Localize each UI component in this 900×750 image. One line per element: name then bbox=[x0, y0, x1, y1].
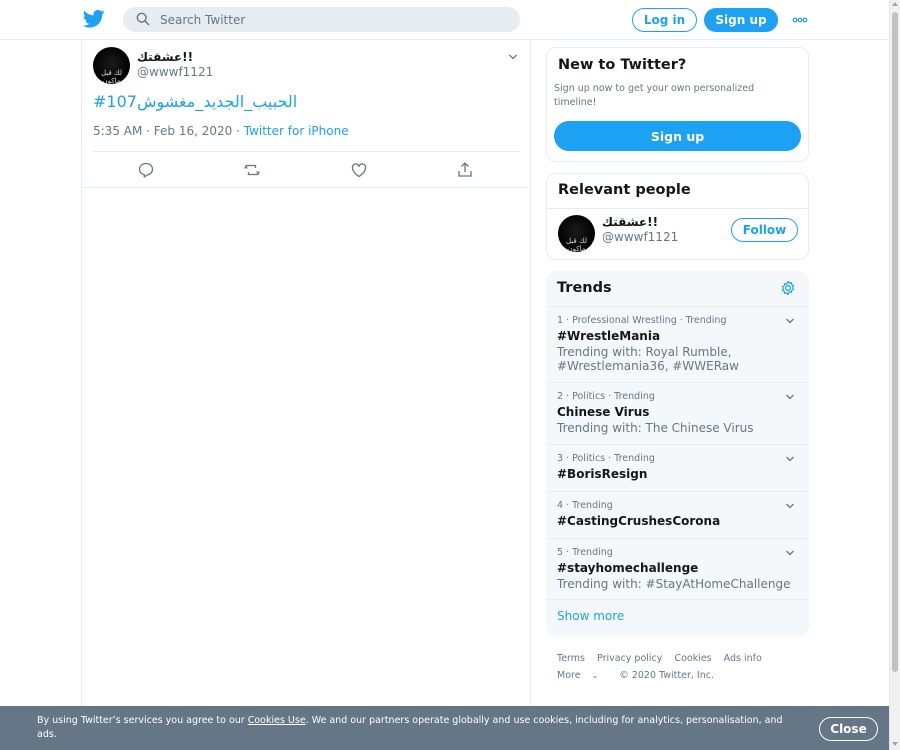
avatar[interactable]: لك قبل ماكون bbox=[93, 47, 130, 84]
trend-name[interactable]: #WrestleMania bbox=[557, 329, 660, 343]
cookies-use-link[interactable]: Cookies Use bbox=[248, 715, 306, 726]
trend-name[interactable]: #BorisResign bbox=[557, 467, 647, 481]
footer-more-menu[interactable]: More ⌄ bbox=[557, 670, 607, 681]
like-icon[interactable] bbox=[350, 161, 368, 179]
trend-related: Trending with: #StayAtHomeChallenge bbox=[557, 577, 791, 591]
tweet-meta: 5:35 AM · Feb 16, 2020 · Twitter for iPh… bbox=[93, 124, 349, 138]
avatar[interactable]: لك قبل ماكون bbox=[558, 215, 595, 252]
trend-name[interactable]: Chinese Virus bbox=[557, 405, 649, 419]
twitter-bird-icon[interactable] bbox=[83, 9, 105, 29]
search-input[interactable] bbox=[160, 10, 500, 29]
trends-card: Trends 1 · Professional Wrestling · Tren… bbox=[546, 271, 809, 636]
tweet-timestamp[interactable]: 5:35 AM · Feb 16, 2020 bbox=[93, 124, 232, 138]
signup-button[interactable]: Sign up bbox=[704, 8, 778, 32]
divider bbox=[546, 599, 809, 600]
trend-related: Trending with: The Chinese Virus bbox=[557, 421, 754, 435]
main-timeline-column: لك قبل ماكون عشقتك!! @wwwf1121 #الحبيب_ا… bbox=[81, 40, 531, 750]
chevron-down-icon[interactable] bbox=[785, 454, 795, 464]
trend-item[interactable]: 5 · Trending #stayhomechallenge Trending… bbox=[546, 538, 809, 599]
show-more-link[interactable]: Show more bbox=[557, 609, 624, 623]
trend-item[interactable]: 1 · Professional Wrestling · Trending #W… bbox=[546, 306, 809, 382]
divider bbox=[93, 151, 519, 152]
follow-button[interactable]: Follow bbox=[731, 218, 798, 242]
login-button[interactable]: Log in bbox=[632, 8, 697, 32]
trend-name[interactable]: #CastingCrushesCorona bbox=[557, 514, 720, 528]
person-handle[interactable]: @wwwf1121 bbox=[602, 230, 678, 244]
divider bbox=[547, 208, 808, 209]
tweet-source-link[interactable]: Twitter for iPhone bbox=[244, 124, 349, 138]
cookie-text-before: By using Twitter’s services you agree to… bbox=[37, 715, 248, 726]
trend-meta: 2 · Politics · Trending bbox=[557, 391, 655, 402]
gear-icon[interactable] bbox=[780, 280, 796, 296]
chevron-down-icon: ⌄ bbox=[591, 671, 599, 680]
scroll-down-arrow-icon[interactable] bbox=[892, 742, 898, 746]
vertical-scrollbar[interactable] bbox=[889, 0, 900, 750]
chevron-down-icon[interactable] bbox=[785, 392, 795, 402]
footer-link-terms[interactable]: Terms bbox=[557, 653, 585, 664]
trend-meta: 5 · Trending bbox=[557, 547, 613, 558]
copyright: © 2020 Twitter, Inc. bbox=[619, 670, 714, 681]
retweet-icon[interactable] bbox=[243, 161, 261, 179]
close-button[interactable]: Close bbox=[819, 717, 878, 741]
more-dots-icon[interactable] bbox=[792, 13, 808, 27]
card-subtitle: Sign up now to get your own personalized… bbox=[554, 83, 755, 108]
person-display-name[interactable]: عشقتك!! bbox=[602, 215, 658, 229]
search-icon bbox=[136, 12, 150, 26]
meta-separator: · bbox=[232, 124, 244, 138]
scroll-up-arrow-icon[interactable] bbox=[892, 2, 898, 6]
tweet-text[interactable]: #الحبيب_الجديد_مغشوش107 bbox=[93, 92, 297, 111]
trend-item[interactable]: 2 · Politics · Trending Chinese Virus Tr… bbox=[546, 382, 809, 444]
tweet-handle[interactable]: @wwwf1121 bbox=[137, 65, 213, 79]
reply-icon[interactable] bbox=[137, 161, 155, 179]
chevron-down-icon[interactable] bbox=[785, 548, 795, 558]
footer-link-ads-info[interactable]: Ads info bbox=[724, 653, 762, 664]
trend-item[interactable]: 3 · Politics · Trending #BorisResign bbox=[546, 444, 809, 491]
card-title: Relevant people bbox=[558, 182, 691, 198]
chevron-down-icon[interactable] bbox=[785, 501, 795, 511]
scrollbar-thumb[interactable] bbox=[892, 12, 898, 672]
new-to-twitter-card: New to Twitter? Sign up now to get your … bbox=[546, 47, 809, 162]
chevron-down-icon[interactable] bbox=[508, 52, 518, 62]
trend-related: Trending with: Royal Rumble, #Wrestleman… bbox=[557, 345, 739, 373]
relevant-people-card: Relevant people لك قبل ماكون عشقتك!! @ww… bbox=[546, 173, 809, 260]
trend-meta: 1 · Professional Wrestling · Trending bbox=[557, 315, 727, 326]
avatar-caption: لك قبل ماكون bbox=[100, 69, 123, 84]
cookie-notice-text: By using Twitter’s services you agree to… bbox=[37, 714, 797, 742]
top-navigation-bar: Log in Sign up bbox=[0, 0, 889, 40]
trend-name[interactable]: #stayhomechallenge bbox=[557, 561, 698, 575]
cookie-consent-banner: By using Twitter’s services you agree to… bbox=[0, 706, 889, 750]
chevron-down-icon[interactable] bbox=[785, 316, 795, 326]
card-title: Trends bbox=[557, 280, 612, 296]
share-icon[interactable] bbox=[456, 161, 474, 179]
search-bar[interactable] bbox=[123, 7, 520, 32]
footer-link-cookies[interactable]: Cookies bbox=[674, 653, 711, 664]
footer-more-label: More bbox=[557, 670, 581, 681]
trend-meta: 3 · Politics · Trending bbox=[557, 453, 655, 464]
trend-item[interactable]: 4 · Trending #CastingCrushesCorona bbox=[546, 491, 809, 538]
trend-meta: 4 · Trending bbox=[557, 500, 613, 511]
avatar-caption: لك قبل ماكون bbox=[565, 237, 588, 252]
footer-links: Terms Privacy policy Cookies Ads info Mo… bbox=[557, 650, 807, 684]
tweet-display-name[interactable]: عشقتك!! bbox=[137, 50, 193, 64]
footer-link-privacy[interactable]: Privacy policy bbox=[597, 653, 662, 664]
tweet[interactable]: لك قبل ماكون عشقتك!! @wwwf1121 #الحبيب_ا… bbox=[82, 40, 531, 188]
card-title: New to Twitter? bbox=[558, 57, 687, 73]
signup-cta-button[interactable]: Sign up bbox=[554, 121, 801, 151]
